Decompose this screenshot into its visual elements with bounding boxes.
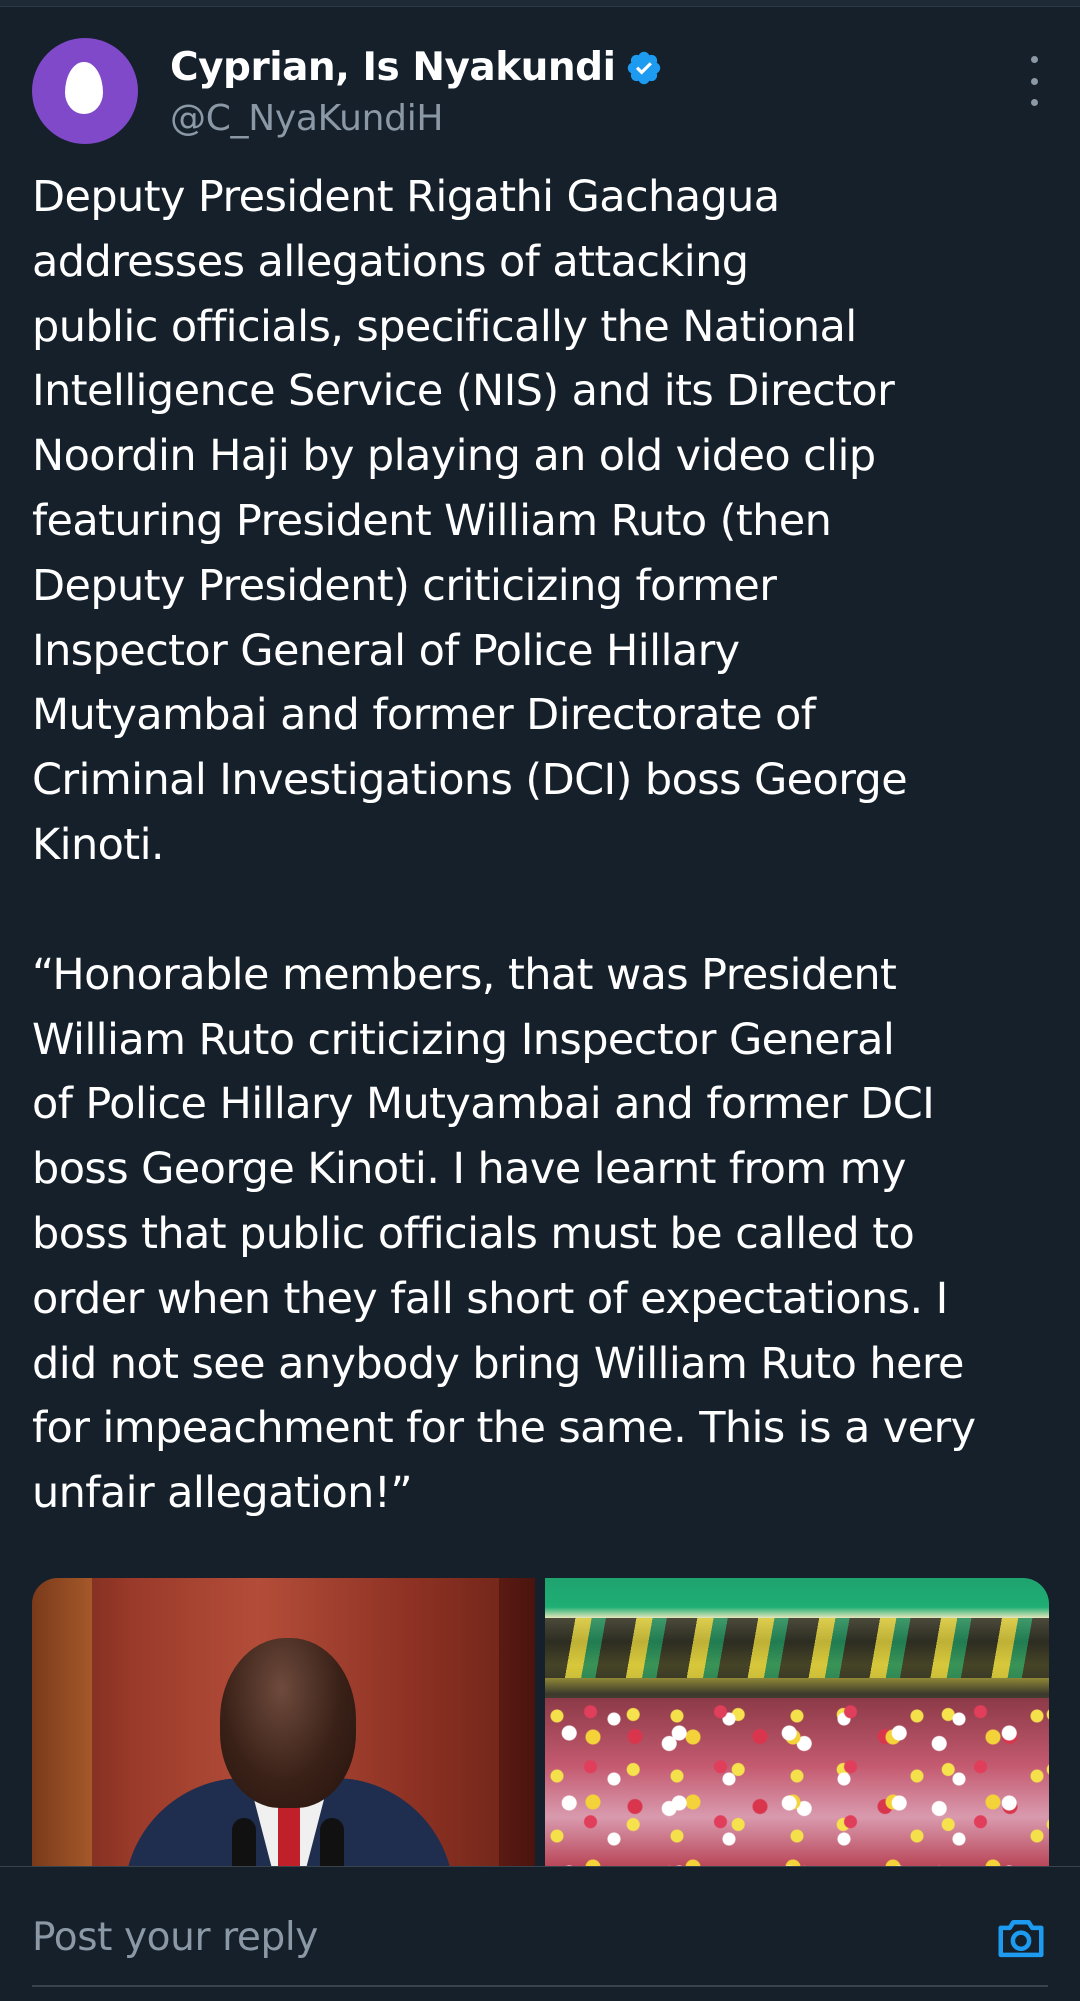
photo-detail xyxy=(220,1638,356,1808)
camera-icon[interactable] xyxy=(994,1911,1048,1965)
post-text-line: Mutyambai and former Directorate of xyxy=(32,690,816,741)
post-text-line: boss that public officials must be calle… xyxy=(32,1208,915,1259)
post-paragraph-2: “Honorable members, that was President W… xyxy=(32,943,1062,1526)
reply-underline xyxy=(32,1985,1048,1987)
post-text-line: of Police Hillary Mutyambai and former D… xyxy=(32,1079,935,1130)
photo-detail xyxy=(32,1578,92,1868)
more-options-icon[interactable] xyxy=(1022,56,1046,106)
photo-detail xyxy=(545,1698,1049,1868)
post-text-line: did not see anybody bring William Ruto h… xyxy=(32,1338,964,1389)
post-paragraph-1: Deputy President Rigathi Gachagua addres… xyxy=(32,165,1062,878)
post-text-line: boss George Kinoti. I have learnt from m… xyxy=(32,1144,906,1195)
reply-composer: Post your reply xyxy=(0,1866,1080,2001)
more-dot xyxy=(1030,99,1038,106)
reply-input[interactable]: Post your reply xyxy=(32,1915,318,1960)
avatar[interactable] xyxy=(32,38,138,144)
post-header: Cyprian, Is Nyakundi @C_NyaKundiH xyxy=(32,38,1052,148)
post-text-line: Noordin Haji by playing an old video cli… xyxy=(32,431,876,482)
verified-badge-icon xyxy=(628,51,661,85)
display-name-row: Cyprian, Is Nyakundi xyxy=(170,38,870,96)
post-text-line: William Ruto criticizing Inspector Gener… xyxy=(32,1014,895,1065)
photo-detail xyxy=(320,1818,344,1868)
photo-detail xyxy=(499,1578,535,1868)
post-text-line: Criminal Investigations (DCI) boss Georg… xyxy=(32,755,908,806)
photo-detail xyxy=(545,1618,1049,1678)
post-text-line: Kinoti. xyxy=(32,819,165,870)
user-handle[interactable]: @C_NyaKundiH xyxy=(170,98,870,139)
post-text-line: addresses allegations of attacking xyxy=(32,236,749,287)
more-dot xyxy=(1030,56,1038,63)
post-text-line: for impeachment for the same. This is a … xyxy=(32,1403,976,1454)
more-dot xyxy=(1030,77,1038,85)
media-photo-speaker[interactable] xyxy=(32,1578,535,1868)
top-divider xyxy=(0,0,1080,7)
default-avatar-egg-icon xyxy=(65,62,103,114)
post-text-line: order when they fall short of expectatio… xyxy=(32,1273,948,1324)
post-text-line: Deputy President) criticizing former xyxy=(32,560,777,611)
media-grid xyxy=(32,1578,1049,1868)
post-text-line: public officials, specifically the Natio… xyxy=(32,301,857,352)
media-photo-crowd[interactable] xyxy=(545,1578,1049,1868)
post-text-line: unfair allegation!” xyxy=(32,1468,413,1519)
user-meta: Cyprian, Is Nyakundi @C_NyaKundiH xyxy=(170,38,870,139)
display-name[interactable]: Cyprian, Is Nyakundi xyxy=(170,45,616,90)
post-text-line: featuring President William Ruto (then xyxy=(32,495,832,546)
post-text-line: Inspector General of Police Hillary xyxy=(32,625,740,676)
photo-detail xyxy=(232,1818,256,1868)
post-text-line: “Honorable members, that was President xyxy=(32,949,897,1000)
post-text: Deputy President Rigathi Gachagua addres… xyxy=(32,165,1062,1526)
post-text-line: Intelligence Service (NIS) and its Direc… xyxy=(32,366,895,417)
post-text-line: Deputy President Rigathi Gachagua xyxy=(32,172,780,222)
